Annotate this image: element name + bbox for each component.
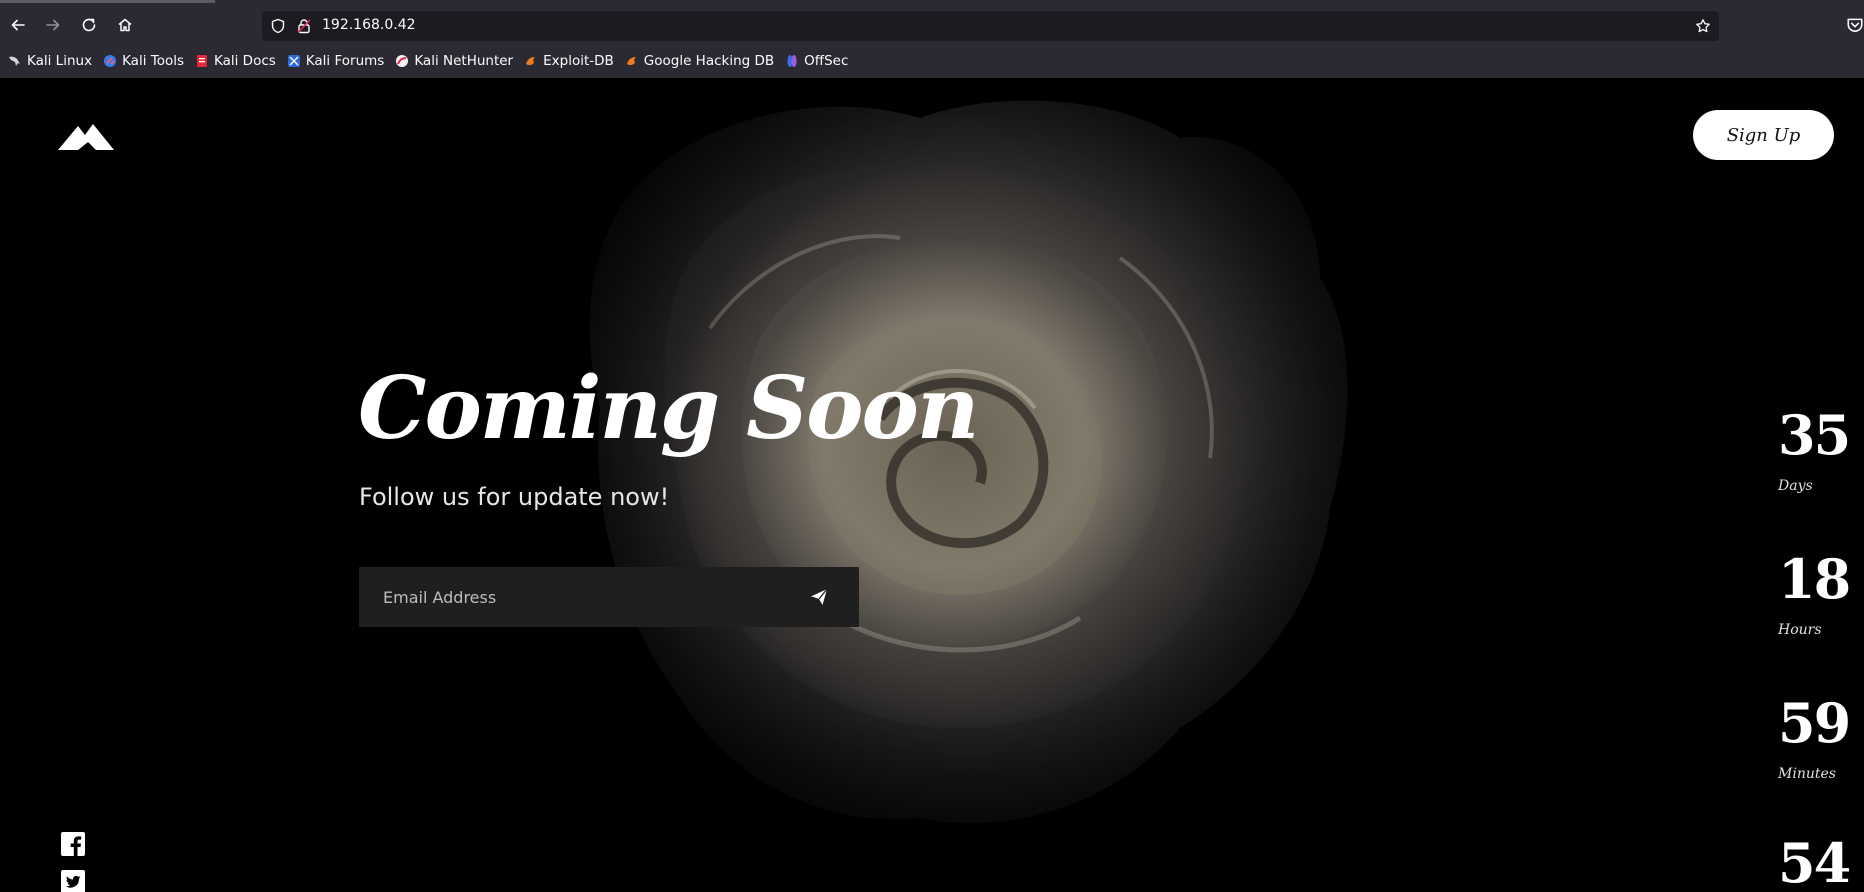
rose-background-image	[560, 78, 1380, 892]
countdown-days-label: Days	[1778, 478, 1813, 494]
twitter-icon	[61, 870, 85, 892]
kali-docs-icon	[195, 54, 209, 68]
ghdb-icon	[625, 54, 639, 68]
back-button[interactable]	[7, 14, 29, 36]
page-title: Coming Soon	[358, 358, 979, 459]
arrow-right-icon	[46, 19, 60, 31]
twitter-link[interactable]	[61, 870, 85, 892]
bookmarks-bar: Kali Linux Kali Tools Kali Docs Kali For…	[0, 48, 851, 74]
bookmark-offsec[interactable]: OffSec	[785, 53, 848, 69]
bookmark-google-hacking-db[interactable]: Google Hacking DB	[625, 53, 774, 69]
countdown-seconds-value: 54	[1778, 831, 1851, 892]
url-bar[interactable]: 192.168.0.42	[262, 11, 1719, 41]
countdown-minutes-label: Minutes	[1778, 766, 1836, 782]
bookmark-kali-linux[interactable]: Kali Linux	[8, 53, 92, 69]
email-input[interactable]	[359, 567, 789, 627]
insecure-lock-icon[interactable]	[296, 18, 312, 34]
reload-button[interactable]	[78, 14, 100, 36]
exploit-db-icon	[524, 54, 538, 68]
forward-button[interactable]	[42, 14, 64, 36]
paper-plane-icon	[811, 588, 828, 605]
kali-tools-icon	[103, 54, 117, 68]
email-subscribe-form	[359, 567, 859, 627]
browser-chrome: 192.168.0.42 Kali Linux Kali Tools Kali …	[0, 0, 1864, 78]
pocket-icon[interactable]	[1846, 16, 1864, 34]
countdown-hours-label: Hours	[1778, 622, 1822, 638]
offsec-icon	[785, 54, 799, 68]
kali-forums-icon	[287, 54, 301, 68]
coming-soon-page: Sign Up Coming Soon Follow us for update…	[0, 78, 1864, 892]
facebook-link[interactable]	[61, 832, 85, 856]
submit-email-button[interactable]	[799, 579, 839, 615]
shield-icon	[271, 18, 285, 34]
bookmark-kali-nethunter[interactable]: Kali NetHunter	[395, 53, 513, 69]
bookmark-kali-forums[interactable]: Kali Forums	[287, 53, 384, 69]
countdown-minutes-value: 59	[1778, 691, 1851, 755]
star-icon[interactable]	[1695, 18, 1711, 34]
sign-up-button[interactable]: Sign Up	[1693, 110, 1834, 160]
url-text[interactable]: 192.168.0.42	[322, 17, 416, 33]
facebook-icon	[61, 832, 85, 856]
countdown-hours-value: 18	[1778, 547, 1851, 611]
home-icon	[118, 18, 132, 32]
kali-dragon-icon	[8, 54, 22, 68]
kali-nethunter-icon	[395, 54, 409, 68]
bookmark-kali-docs[interactable]: Kali Docs	[195, 53, 276, 69]
page-subtitle: Follow us for update now!	[359, 483, 670, 511]
countdown-days-value: 35	[1778, 403, 1851, 467]
home-button[interactable]	[114, 14, 136, 36]
mountain-logo-icon[interactable]	[58, 120, 114, 150]
arrow-left-icon	[11, 19, 25, 31]
tab-indicator	[0, 0, 215, 3]
bookmark-kali-tools[interactable]: Kali Tools	[103, 53, 184, 69]
bookmark-exploit-db[interactable]: Exploit-DB	[524, 53, 614, 69]
reload-icon	[82, 18, 96, 32]
